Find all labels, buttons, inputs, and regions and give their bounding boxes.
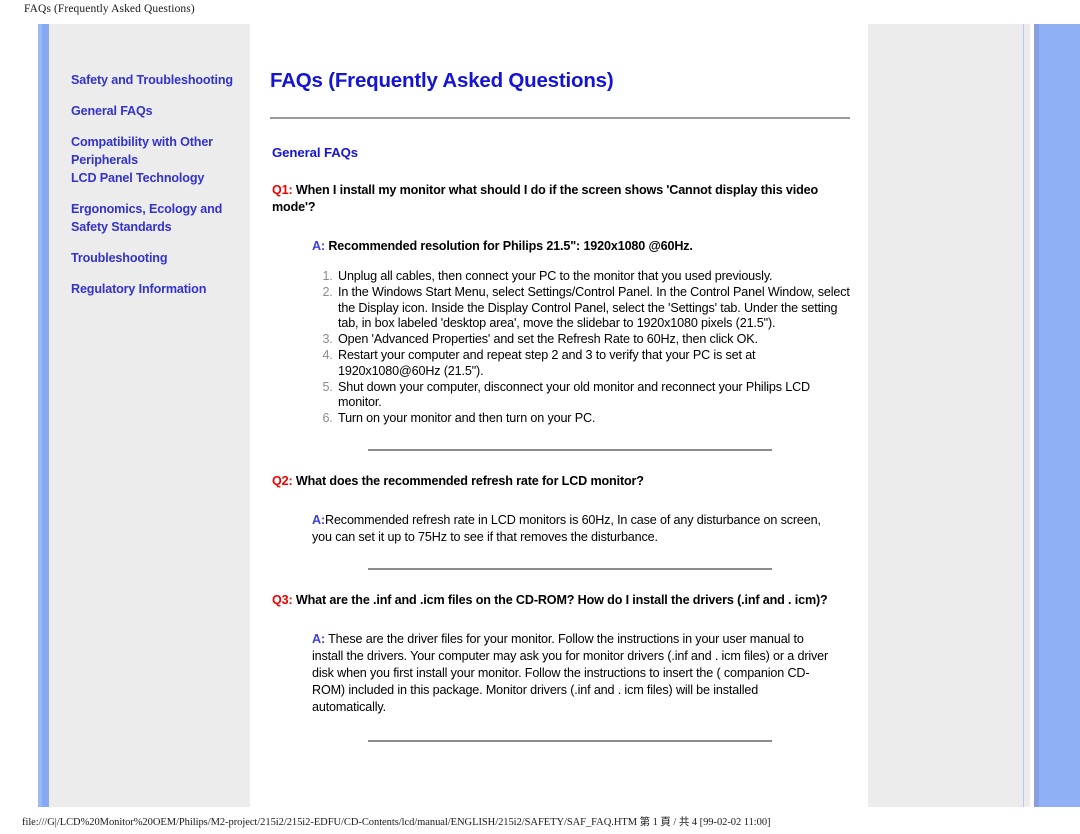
- faq-answer-text-q2: Recommended refresh rate in LCD monitors…: [312, 512, 821, 544]
- faq-question-q3: Q3: What are the .inf and .icm files on …: [272, 592, 828, 609]
- sidebar-item-safety-and-troubleshooting[interactable]: Safety and Troubleshooting: [71, 71, 236, 89]
- faq-answer-tag-q3: A:: [312, 631, 325, 646]
- faq-divider-after-q2: [368, 567, 772, 570]
- faq-step-text: Shut down your computer, disconnect your…: [338, 379, 810, 410]
- sidebar-group-general-faqs: General FAQs: [71, 102, 236, 120]
- faq-question-tag-q1: Q1:: [272, 183, 293, 197]
- faq-step-text: Unplug all cables, then connect your PC …: [338, 269, 773, 283]
- faq-answer-q3: A: These are the driver files for your m…: [312, 631, 832, 716]
- faq-divider-after-q1: [368, 448, 772, 451]
- faq-step-item: Open 'Advanced Properties' and set the R…: [336, 332, 850, 348]
- faq-divider-after-q3: [368, 739, 772, 742]
- faq-question-q2: Q2: What does the recommended refresh ra…: [272, 473, 828, 490]
- document-page: Safety and Troubleshooting General FAQs …: [0, 24, 1080, 808]
- section-heading-general-faqs: General FAQs: [272, 145, 359, 160]
- faq-question-tag-q2: Q2:: [272, 473, 293, 488]
- faq-question-text-q3: What are the .inf and .icm files on the …: [295, 592, 828, 607]
- main-content-inner: FAQs (Frequently Asked Questions) Genera…: [250, 24, 868, 742]
- main-content: FAQs (Frequently Asked Questions) Genera…: [250, 24, 868, 807]
- sidebar-group-ergonomics: Ergonomics, Ecology and Safety Standards: [71, 200, 236, 236]
- faq-step-item: Restart your computer and repeat step 2 …: [336, 348, 850, 380]
- faq-answer-q2: A:Recommended refresh rate in LCD monito…: [312, 512, 832, 546]
- faq-item-q2: Q2: What does the recommended refresh ra…: [270, 473, 850, 546]
- faq-answer-text-q3: These are the driver files for your moni…: [312, 631, 829, 714]
- sidebar-group-safety: Safety and Troubleshooting: [71, 71, 236, 89]
- right-blue-band: [1034, 24, 1080, 807]
- faq-step-text: In the Windows Start Menu, select Settin…: [338, 284, 850, 331]
- left-accent-bar: [38, 24, 49, 807]
- sidebar-item-regulatory-information[interactable]: Regulatory Information: [71, 280, 236, 298]
- faq-step-text: Turn on your monitor and then turn on yo…: [338, 411, 596, 426]
- faq-question-text-q2: What does the recommended refresh rate f…: [295, 473, 644, 488]
- faq-item-q1: Q1: When I install my monitor what shoul…: [270, 182, 850, 427]
- sidebar-item-general-faqs[interactable]: General FAQs: [71, 102, 236, 120]
- faq-answer-q1: A: Recommended resolution for Philips 21…: [312, 238, 832, 255]
- faq-step-item: Shut down your computer, disconnect your…: [336, 380, 850, 412]
- faq-step-item: Unplug all cables, then connect your PC …: [336, 269, 850, 285]
- sidebar-group-troubleshooting: Troubleshooting: [71, 249, 236, 267]
- faq-answer-tag-q2: A:: [312, 512, 325, 527]
- faq-question-tag-q3: Q3:: [272, 592, 293, 607]
- sidebar-group-regulatory: Regulatory Information: [71, 280, 236, 298]
- title-divider: [270, 117, 850, 119]
- sidebar-item-lcd-panel-technology[interactable]: LCD Panel Technology: [71, 169, 236, 187]
- faq-item-q3: Q3: What are the .inf and .icm files on …: [270, 592, 850, 716]
- left-accent-bar-highlight: [38, 24, 42, 807]
- sidebar-item-compatibility-with-other-peripherals[interactable]: Compatibility with Other Peripherals: [71, 133, 236, 169]
- right-panel-edge-line: [1023, 24, 1024, 807]
- faq-step-item: Turn on your monitor and then turn on yo…: [336, 411, 850, 427]
- browser-print-footer: file:///G|/LCD%20Monitor%20OEM/Philips/M…: [22, 817, 771, 828]
- sidebar-item-troubleshooting[interactable]: Troubleshooting: [71, 249, 236, 267]
- sidebar-links-container: Safety and Troubleshooting General FAQs …: [49, 24, 250, 298]
- faq-step-text: Open 'Advanced Properties' and set the R…: [338, 332, 758, 347]
- faq-step-item: In the Windows Start Menu, select Settin…: [336, 285, 850, 332]
- faq-question-q1: Q1: When I install my monitor what shoul…: [272, 182, 828, 216]
- faq-answer-tag-q1: A:: [312, 239, 325, 253]
- faq-steps-list-q1: Unplug all cables, then connect your PC …: [270, 269, 850, 427]
- faq-step-text: Restart your computer and repeat step 2 …: [338, 347, 756, 378]
- right-blue-band-edge: [1034, 24, 1039, 807]
- sidebar-group-compatibility: Compatibility with Other Peripherals LCD…: [71, 133, 236, 187]
- sidebar-navigation: Safety and Troubleshooting General FAQs …: [49, 24, 250, 807]
- faq-question-text-q1: When I install my monitor what should I …: [272, 183, 819, 214]
- sidebar-item-ergonomics-ecology-and-safety-standards[interactable]: Ergonomics, Ecology and Safety Standards: [71, 200, 236, 236]
- faq-answer-text-q1: Recommended resolution for Philips 21.5"…: [328, 239, 693, 253]
- browser-print-header: FAQs (Frequently Asked Questions): [24, 3, 195, 15]
- page-title: FAQs (Frequently Asked Questions): [270, 69, 614, 92]
- right-filler-panel: [868, 24, 1030, 807]
